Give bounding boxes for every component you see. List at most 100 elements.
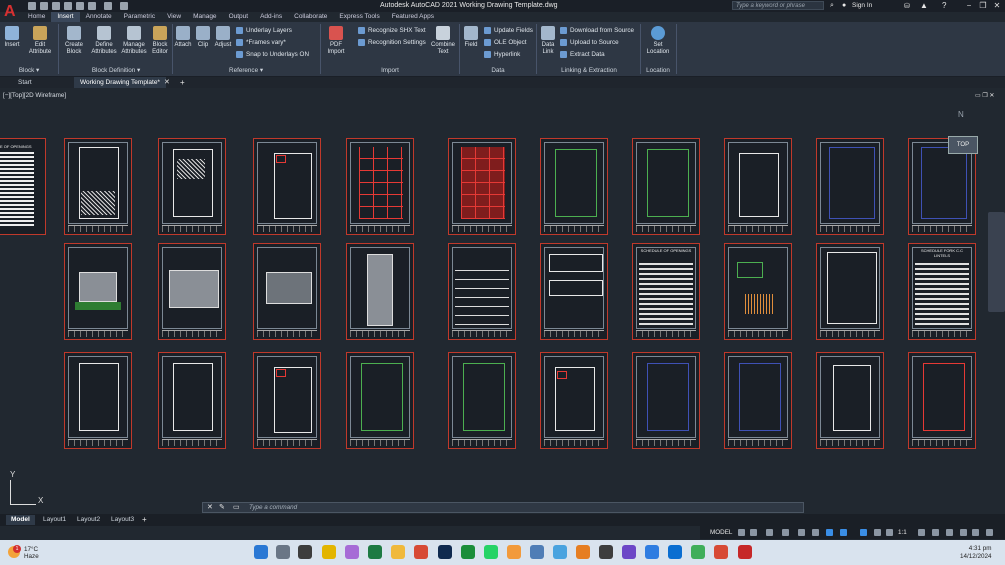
maps-icon[interactable] — [461, 545, 475, 559]
search-icon[interactable]: ⌕ — [830, 2, 834, 10]
photos-icon[interactable] — [530, 545, 544, 559]
tab-home[interactable]: Home — [22, 12, 51, 22]
chrome-icon[interactable] — [714, 545, 728, 559]
wrench-icon[interactable]: ✎ — [219, 503, 225, 511]
task-view-icon[interactable] — [298, 545, 312, 559]
manage-attributes-button[interactable]: Manage Attributes — [120, 26, 148, 56]
tab-model[interactable]: Model — [6, 515, 35, 525]
block-definition-panel-label[interactable]: Block Definition ▾ — [60, 66, 172, 76]
undo-icon[interactable] — [104, 2, 112, 10]
tab-start[interactable]: Start — [12, 77, 38, 88]
whatsapp-icon[interactable] — [484, 545, 498, 559]
system-clock[interactable]: 4:31 pm 14/12/2024 — [960, 545, 992, 561]
transparency-icon[interactable] — [840, 529, 847, 536]
customize-icon[interactable] — [986, 529, 993, 536]
download-source-button[interactable]: Download from Source — [560, 25, 634, 36]
save-as-icon[interactable] — [64, 2, 72, 10]
define-attributes-button[interactable]: Define Attributes — [90, 26, 118, 56]
scale-dropdown[interactable]: 1:1 — [898, 529, 907, 536]
viewport-window-controls[interactable]: ▭ ❐ ✕ — [975, 92, 994, 99]
annotation-visibility-icon[interactable] — [860, 529, 867, 536]
add-layout-icon[interactable]: + — [142, 515, 147, 525]
tab-express-tools[interactable]: Express Tools — [333, 12, 385, 22]
plus-icon[interactable] — [932, 529, 939, 536]
ole-object-button[interactable]: OLE Object — [484, 37, 527, 48]
restore-button[interactable]: ❐ — [976, 1, 990, 11]
redo-icon[interactable] — [120, 2, 128, 10]
user-icon[interactable]: ● — [842, 2, 846, 9]
drawing-viewport[interactable]: [−][Top][2D Wireframe] ▭ ❐ ✕ E OF OPENIN… — [0, 88, 1005, 513]
update-fields-button[interactable]: Update Fields — [484, 25, 533, 36]
widgets-icon[interactable] — [322, 545, 336, 559]
viewcube-north[interactable]: N — [958, 110, 964, 119]
app-icon[interactable] — [507, 545, 521, 559]
app-icon[interactable] — [645, 545, 659, 559]
new-icon[interactable] — [28, 2, 36, 10]
polar-icon[interactable] — [782, 529, 789, 536]
close-tab-icon[interactable]: ✕ — [164, 77, 170, 88]
new-tab-icon[interactable]: + — [180, 77, 185, 88]
tab-layout2[interactable]: Layout2 — [72, 515, 105, 525]
ortho-icon[interactable] — [766, 529, 773, 536]
attach-button[interactable]: Attach — [173, 26, 193, 49]
create-block-button[interactable]: Create Block — [62, 26, 86, 56]
annotation-scale-icon[interactable] — [886, 529, 893, 536]
search-input[interactable]: Type a keyword or phrase — [732, 1, 824, 10]
tab-parametric[interactable]: Parametric — [118, 12, 161, 22]
navigation-bar[interactable] — [988, 212, 1005, 312]
insert-button[interactable]: Insert — [2, 26, 22, 49]
tab-output[interactable]: Output — [223, 12, 255, 22]
cart-icon[interactable]: ⛁ — [904, 2, 910, 10]
tab-working-drawing[interactable]: Working Drawing Template* — [74, 77, 166, 88]
snap-icon[interactable] — [750, 529, 757, 536]
tab-layout1[interactable]: Layout1 — [38, 515, 71, 525]
help-icon[interactable]: ? — [942, 1, 946, 10]
app-icon[interactable] — [622, 545, 636, 559]
save-icon[interactable] — [52, 2, 60, 10]
command-line[interactable]: ✕ ✎ ▭ Type a command — [202, 502, 804, 513]
lineweight-icon[interactable] — [826, 529, 833, 536]
block-panel-label[interactable]: Block ▾ — [0, 66, 58, 76]
command-history-icon[interactable]: ▭ — [233, 503, 240, 511]
app-icon[interactable] — [553, 545, 567, 559]
tab-layout3[interactable]: Layout3 — [106, 515, 139, 525]
windows-start-icon[interactable] — [254, 545, 268, 559]
plot-icon[interactable] — [76, 2, 84, 10]
recognize-shx-button[interactable]: Recognize SHX Text — [358, 25, 426, 36]
excel-icon[interactable] — [368, 545, 382, 559]
combine-text-button[interactable]: Combine Text — [430, 26, 456, 56]
app-icon[interactable] — [599, 545, 613, 559]
model-space-toggle[interactable]: MODEL — [710, 529, 732, 536]
app-icon[interactable] — [576, 545, 590, 559]
frames-vary-dropdown[interactable]: *Frames vary* — [236, 37, 286, 48]
command-input[interactable]: Type a command — [249, 504, 297, 511]
fullscreen-icon[interactable] — [972, 529, 979, 536]
tab-view[interactable]: View — [161, 12, 187, 22]
recognition-settings-button[interactable]: Recognition Settings — [358, 37, 426, 48]
auto-scale-icon[interactable] — [874, 529, 881, 536]
minimize-button[interactable]: − — [962, 1, 976, 11]
field-button[interactable]: Field — [462, 26, 480, 49]
isolate-icon[interactable] — [946, 529, 953, 536]
autocad-taskbar-icon[interactable] — [738, 545, 752, 559]
snap-underlays-dropdown[interactable]: Snap to Underlays ON — [236, 49, 309, 60]
file-explorer-icon[interactable] — [391, 545, 405, 559]
edit-attribute-button[interactable]: Edit Attribute — [26, 26, 54, 56]
autocad-logo-icon[interactable]: A — [4, 2, 20, 22]
chrome-icon[interactable] — [414, 545, 428, 559]
web-icon[interactable] — [88, 2, 96, 10]
data-link-button[interactable]: Data Link — [538, 26, 558, 56]
tab-annotate[interactable]: Annotate — [80, 12, 118, 22]
viewport-controls[interactable]: [−][Top][2D Wireframe] — [3, 92, 66, 99]
set-location-button[interactable]: Set Location — [644, 26, 672, 56]
copilot-icon[interactable] — [345, 545, 359, 559]
tab-featured-apps[interactable]: Featured Apps — [386, 12, 440, 22]
otrack-icon[interactable] — [812, 529, 819, 536]
vscode-icon[interactable] — [668, 545, 682, 559]
tab-manage[interactable]: Manage — [187, 12, 223, 22]
upload-source-button[interactable]: Upload to Source — [560, 37, 619, 48]
block-editor-button[interactable]: Block Editor — [148, 26, 172, 56]
weather-widget[interactable]: 17°C Haze — [24, 546, 39, 560]
close-button[interactable]: ✕ — [990, 1, 1004, 11]
tab-add-ins[interactable]: Add-ins — [254, 12, 288, 22]
